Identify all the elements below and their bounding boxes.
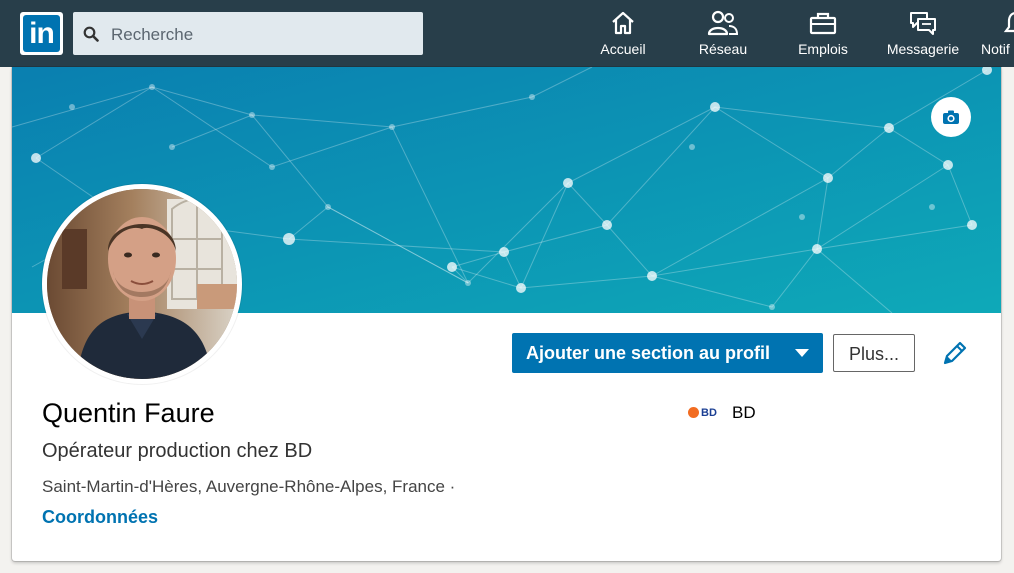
more-button[interactable]: Plus... bbox=[833, 334, 915, 372]
add-profile-section-label: Ajouter une section au profil bbox=[526, 343, 771, 363]
add-profile-section-button[interactable]: Ajouter une section au profil bbox=[512, 333, 823, 373]
search-icon bbox=[83, 26, 99, 42]
company-name[interactable]: BD bbox=[732, 403, 756, 423]
search-box[interactable] bbox=[73, 12, 423, 57]
edit-profile-button[interactable] bbox=[940, 338, 970, 368]
nav-label-notifications: Notif bbox=[981, 41, 1010, 57]
nav-item-jobs[interactable]: Emplois bbox=[782, 0, 864, 67]
messaging-icon bbox=[910, 12, 936, 35]
bell-icon bbox=[1003, 12, 1014, 33]
profile-name: Quentin Faure bbox=[42, 398, 215, 428]
profile-location: Saint-Martin-d'Hères, Auvergne-Rhône-Alp… bbox=[42, 477, 456, 496]
company-logo[interactable]: BD bbox=[688, 406, 718, 420]
search-input[interactable] bbox=[109, 12, 413, 57]
top-navigation-bar: in Accueil Réseau Emplois bbox=[0, 0, 1014, 67]
linkedin-logo[interactable]: in bbox=[20, 12, 63, 55]
briefcase-icon bbox=[809, 12, 837, 35]
pencil-icon bbox=[943, 341, 967, 365]
camera-icon bbox=[943, 110, 959, 124]
edit-banner-button[interactable] bbox=[931, 97, 971, 137]
profile-headline: Opérateur production chez BD bbox=[42, 440, 313, 462]
contact-info-link[interactable]: Coordonnées bbox=[42, 507, 158, 528]
caret-down-icon bbox=[795, 349, 809, 357]
company-logo-text: BD bbox=[701, 407, 717, 419]
avatar[interactable] bbox=[42, 184, 242, 384]
nav-label-network: Réseau bbox=[698, 41, 748, 57]
nav-label-jobs: Emplois bbox=[798, 41, 848, 57]
network-icon bbox=[707, 10, 739, 36]
nav-item-home[interactable]: Accueil bbox=[582, 0, 664, 67]
profile-photo bbox=[47, 189, 237, 379]
nav-item-network[interactable]: Réseau bbox=[682, 0, 764, 67]
nav-item-messaging[interactable]: Messagerie bbox=[882, 0, 964, 67]
linkedin-logo-text: in bbox=[23, 15, 60, 52]
profile-card: Ajouter une section au profil Plus... Qu… bbox=[12, 67, 1001, 561]
home-icon bbox=[612, 11, 634, 35]
nav-label-messaging: Messagerie bbox=[886, 41, 960, 57]
company-logo-mark bbox=[688, 407, 699, 418]
nav-item-notifications[interactable]: Notif bbox=[972, 0, 1014, 67]
profile-photo-image bbox=[47, 189, 237, 379]
nav-label-home: Accueil bbox=[600, 41, 646, 57]
